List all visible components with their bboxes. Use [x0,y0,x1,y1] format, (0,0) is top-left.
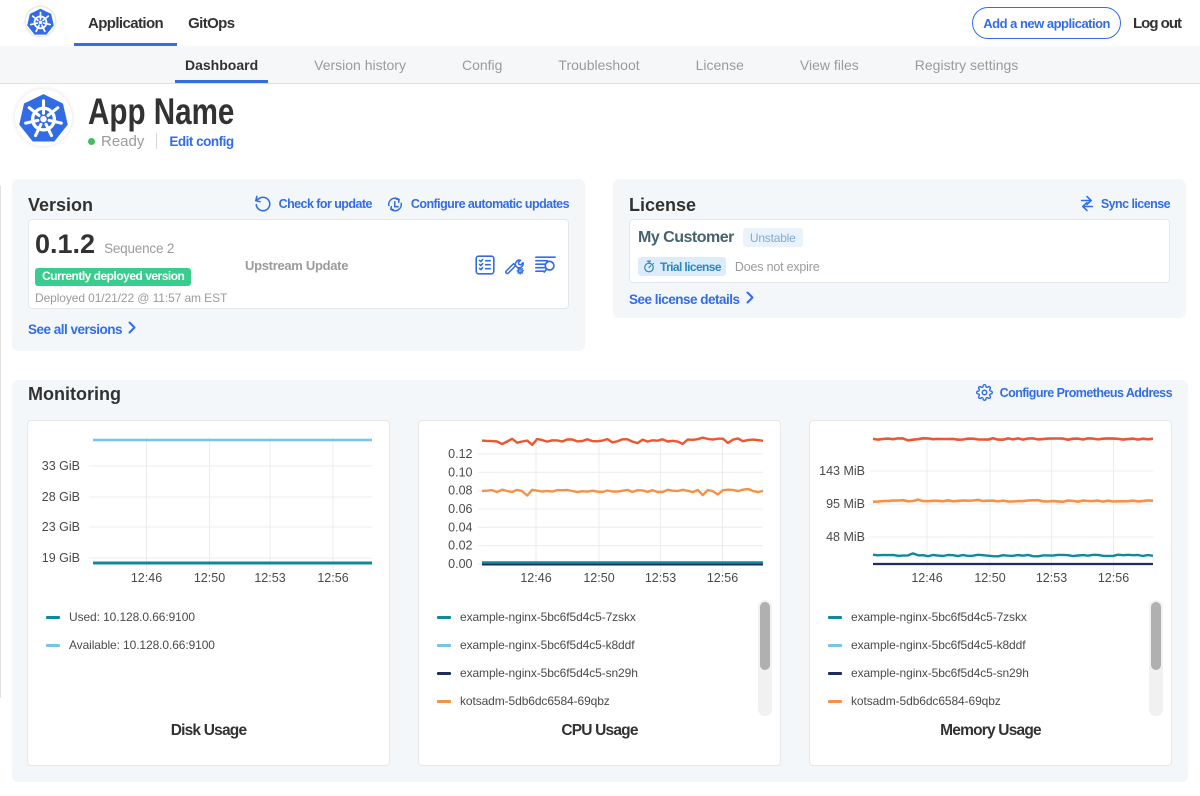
svg-text:12:56: 12:56 [317,571,348,585]
svg-text:0.06: 0.06 [448,502,472,516]
svg-text:0.04: 0.04 [448,520,472,534]
svg-text:0.10: 0.10 [448,465,472,479]
svg-text:0.08: 0.08 [448,484,472,498]
svg-text:12:50: 12:50 [194,571,225,585]
svg-text:12:50: 12:50 [583,571,614,585]
svg-text:48 MiB: 48 MiB [826,530,865,544]
svg-text:28 GiB: 28 GiB [42,490,80,504]
svg-text:95 MiB: 95 MiB [826,497,865,511]
svg-text:12:53: 12:53 [1036,571,1067,585]
svg-text:143 MiB: 143 MiB [819,464,865,478]
svg-text:12:53: 12:53 [254,571,285,585]
svg-text:12:56: 12:56 [707,571,738,585]
svg-text:33 GiB: 33 GiB [42,459,80,473]
svg-text:12:53: 12:53 [645,571,676,585]
svg-text:19 GiB: 19 GiB [42,551,80,565]
svg-text:12:46: 12:46 [911,571,942,585]
svg-text:12:56: 12:56 [1098,571,1129,585]
svg-text:12:46: 12:46 [131,571,162,585]
svg-text:23 GiB: 23 GiB [42,520,80,534]
svg-text:0.00: 0.00 [448,557,472,571]
svg-text:12:50: 12:50 [974,571,1005,585]
svg-text:12:46: 12:46 [520,571,551,585]
svg-text:0.12: 0.12 [448,447,472,461]
svg-text:0.02: 0.02 [448,539,472,553]
